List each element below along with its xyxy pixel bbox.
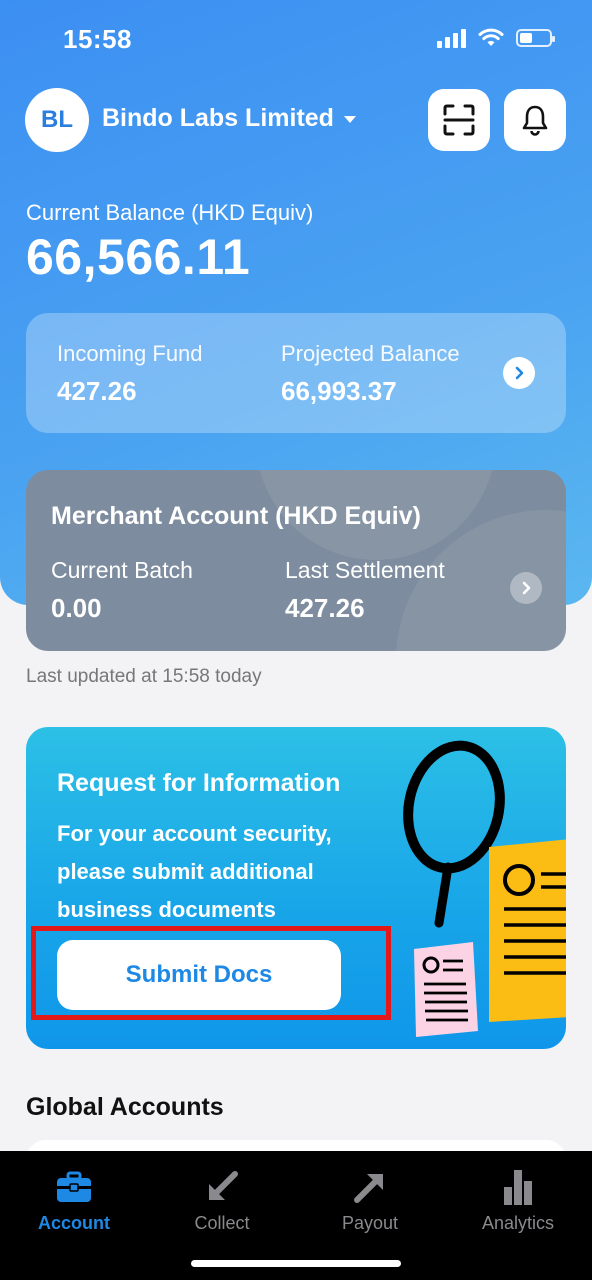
tab-label: Analytics xyxy=(481,1213,555,1233)
bell-icon xyxy=(522,105,548,136)
signal-icon xyxy=(437,28,466,48)
arrow-down-left-icon xyxy=(209,1171,238,1200)
notifications-button[interactable] xyxy=(504,89,566,151)
company-switcher[interactable]: Bindo Labs Limited xyxy=(102,104,356,133)
chevron-right-icon[interactable] xyxy=(510,572,542,604)
tab-payout[interactable]: Payout xyxy=(296,1151,444,1251)
current-batch-value: 0.00 xyxy=(51,593,102,623)
merchant-account-title: Merchant Account (HKD Equiv) xyxy=(51,502,421,530)
incoming-fund-label: Incoming Fund xyxy=(57,341,203,366)
tab-label: Account xyxy=(38,1213,110,1233)
scan-button[interactable] xyxy=(428,89,490,151)
tab-collect[interactable]: Collect xyxy=(148,1151,296,1251)
briefcase-icon xyxy=(57,1171,91,1202)
projected-balance-label: Projected Balance xyxy=(281,341,460,366)
balance-value: 66,566.11 xyxy=(26,229,251,285)
description-line: business documents xyxy=(57,897,276,922)
fund-summary-card[interactable]: Incoming Fund 427.26 Projected Balance 6… xyxy=(26,313,566,433)
status-bar: 15:58 xyxy=(0,0,592,80)
tab-account[interactable]: Account xyxy=(0,1151,148,1251)
tab-label: Collect xyxy=(194,1213,250,1233)
incoming-fund-value: 427.26 xyxy=(57,376,137,406)
current-batch-label: Current Batch xyxy=(51,557,193,583)
arrow-up-right-icon xyxy=(354,1174,383,1203)
scan-icon xyxy=(443,104,475,136)
description-line: please submit additional xyxy=(57,859,314,884)
battery-icon xyxy=(516,29,555,47)
company-name: Bindo Labs Limited xyxy=(102,104,334,132)
global-accounts-title: Global Accounts xyxy=(26,1093,224,1121)
last-updated-text: Last updated at 15:58 today xyxy=(26,666,262,687)
last-settlement-label: Last Settlement xyxy=(285,557,445,583)
caret-down-icon xyxy=(343,116,356,123)
avatar[interactable]: BL xyxy=(25,88,89,152)
projected-balance-value: 66,993.37 xyxy=(281,376,397,406)
home-indicator[interactable] xyxy=(191,1260,401,1267)
chevron-right-icon[interactable] xyxy=(503,357,535,389)
request-info-title: Request for Information xyxy=(57,769,341,797)
system-icons xyxy=(437,28,555,48)
bar-chart-icon xyxy=(504,1170,532,1205)
tab-analytics[interactable]: Analytics xyxy=(444,1151,592,1251)
last-settlement-value: 427.26 xyxy=(285,593,365,623)
request-info-description: For your account security, please submit… xyxy=(57,815,377,929)
highlight-box xyxy=(31,926,391,1020)
description-line: For your account security, xyxy=(57,821,332,846)
tab-label: Payout xyxy=(341,1213,399,1233)
wifi-icon xyxy=(478,28,504,46)
balance-label: Current Balance (HKD Equiv) xyxy=(26,200,314,225)
merchant-account-card[interactable]: Merchant Account (HKD Equiv) Current Bat… xyxy=(26,470,566,651)
status-time: 15:58 xyxy=(63,24,132,54)
